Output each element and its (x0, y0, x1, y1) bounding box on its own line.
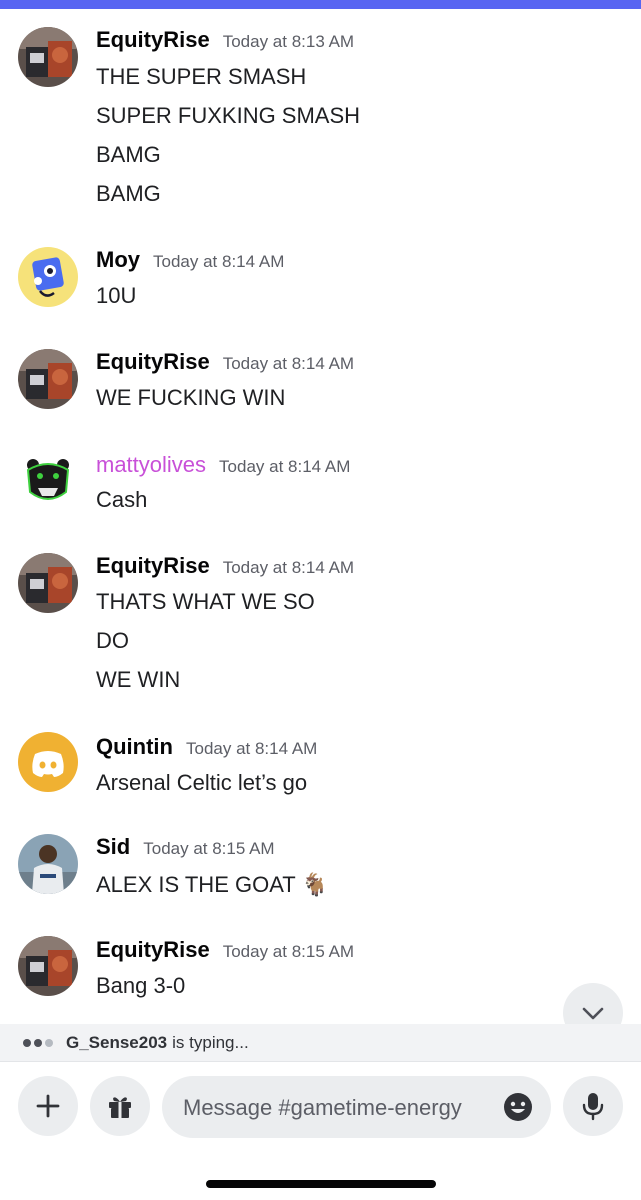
mattyolives-avatar[interactable] (18, 450, 78, 510)
gift-icon (109, 1097, 131, 1118)
typing-text: is typing... (172, 1032, 249, 1052)
message-composer: Message #gametime-energy (0, 1061, 641, 1200)
microphone-icon (582, 1093, 604, 1121)
message-text: SUPER FUXKING SMASH (96, 103, 361, 128)
timestamp: Today at 8:14 AM (153, 252, 285, 271)
typing-dots-icon (23, 1038, 56, 1047)
equityrise-avatar[interactable] (18, 27, 78, 87)
equityrise-avatar[interactable] (18, 553, 78, 613)
voice-message-button[interactable] (563, 1076, 623, 1136)
emoji-button[interactable] (502, 1091, 534, 1128)
message-input-placeholder: Message #gametime-energy (183, 1095, 462, 1120)
moy-avatar[interactable] (18, 247, 78, 307)
plus-icon (36, 1094, 60, 1118)
message-text: WE WIN (96, 667, 181, 692)
equityrise-avatar[interactable] (18, 936, 78, 996)
quintin-discord-avatar[interactable] (18, 732, 78, 792)
message-text: BAMG (96, 142, 161, 167)
username[interactable]: EquityRise (96, 349, 210, 375)
message-text: Cash (96, 487, 148, 512)
username[interactable]: mattyolives (96, 452, 206, 478)
timestamp: Today at 8:14 AM (219, 457, 351, 476)
username[interactable]: EquityRise (96, 937, 210, 963)
message-text: Bang 3-0 (96, 973, 186, 998)
chevron-down-icon (582, 1007, 604, 1020)
timestamp: Today at 8:15 AM (143, 839, 275, 858)
message-text: DO (96, 628, 129, 653)
message-text: ALEX IS THE GOAT 🐐 (96, 872, 329, 897)
message-text: WE FUCKING WIN (96, 385, 286, 410)
equityrise-avatar[interactable] (18, 349, 78, 409)
message-text: THATS WHAT WE SO (96, 589, 315, 614)
add-attachment-button[interactable] (18, 1076, 78, 1136)
timestamp: Today at 8:14 AM (222, 558, 355, 577)
gift-button[interactable] (90, 1076, 150, 1136)
timestamp: Today at 8:14 AM (185, 739, 318, 758)
message-text: Arsenal Celtic let’s go (96, 770, 308, 795)
timestamp: Today at 8:14 AM (222, 354, 355, 373)
username[interactable]: Sid (96, 834, 130, 860)
emoji-icon (504, 1093, 532, 1121)
sid-avatar[interactable] (18, 834, 78, 894)
message-text: THE SUPER SMASH (96, 64, 307, 89)
username[interactable]: Quintin (96, 734, 173, 760)
timestamp: Today at 8:13 AM (222, 32, 355, 51)
message-list[interactable]: EquityRise Today at 8:13 AM THE SUPER SM… (0, 9, 641, 1024)
username[interactable]: EquityRise (96, 553, 210, 579)
top-accent-bar (0, 0, 641, 9)
message-input[interactable]: Message #gametime-energy (162, 1076, 551, 1138)
typing-username: G_Sense203 (66, 1032, 168, 1052)
username[interactable]: EquityRise (96, 27, 210, 53)
message-text: BAMG (96, 181, 161, 206)
typing-indicator: G_Sense203 is typing... (0, 1024, 641, 1061)
home-indicator[interactable] (206, 1180, 436, 1188)
timestamp: Today at 8:15 AM (222, 942, 355, 961)
message-text: 10U (96, 283, 137, 308)
username[interactable]: Moy (96, 247, 140, 273)
